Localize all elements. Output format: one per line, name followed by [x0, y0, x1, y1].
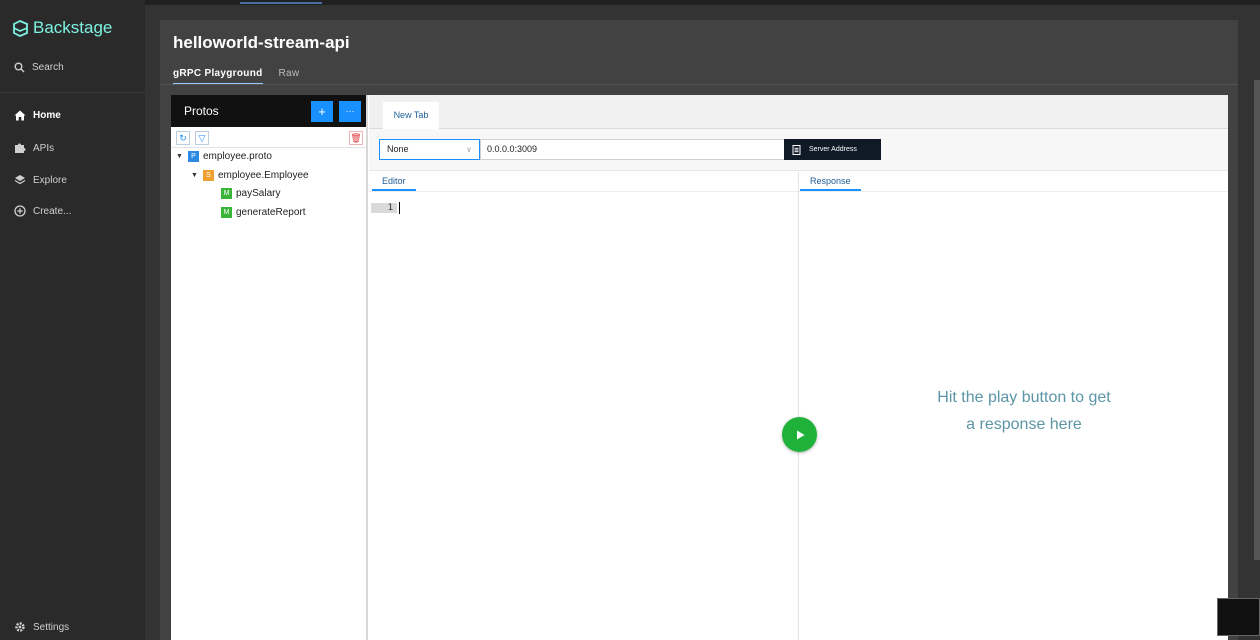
caret-down-icon[interactable]: ▼	[176, 153, 184, 160]
tab-raw[interactable]: Raw	[279, 68, 300, 85]
search-icon	[14, 62, 25, 73]
request-tab-bar: New Tab	[369, 95, 1228, 129]
address-bar: None ∨ 0.0.0.0:3009 Server Address	[369, 129, 1228, 171]
tree-node-service[interactable]: ▼ S employee.Employee	[191, 170, 309, 181]
page-scrollbar[interactable]	[1254, 80, 1260, 560]
tls-select[interactable]: None ∨	[379, 139, 480, 160]
method-badge: M	[221, 207, 232, 218]
text-cursor	[399, 202, 400, 214]
logo-text: Backstage	[33, 18, 113, 37]
sidebar-item-label: Create...	[33, 205, 72, 217]
sidebar: Backstage Search Home APIs Explore Creat…	[0, 0, 145, 640]
tab-response[interactable]: Response	[800, 176, 861, 191]
tree-label: generateReport	[236, 207, 306, 218]
layers-icon	[14, 175, 26, 185]
tree-label: paySalary	[236, 188, 281, 199]
method-badge: M	[221, 188, 232, 199]
add-proto-button[interactable]: +	[311, 101, 333, 122]
tree-label: employee.proto	[203, 151, 272, 162]
tabs-divider	[160, 84, 1238, 85]
sidebar-item-label: APIs	[33, 142, 55, 154]
top-tab-indicator	[240, 2, 322, 4]
sidebar-item-home[interactable]: Home	[14, 110, 61, 121]
sidebar-item-label: Home	[33, 110, 61, 121]
database-icon	[792, 144, 801, 155]
tab-grpc-playground[interactable]: gRPC Playground	[173, 68, 263, 85]
line-number: 1	[371, 203, 397, 213]
more-options-button[interactable]: ···	[339, 101, 361, 122]
puzzle-icon	[15, 143, 26, 153]
tree-node-proto[interactable]: ▼ P employee.proto	[176, 151, 272, 162]
gear-icon	[15, 622, 25, 632]
grpc-playground: Protos + ··· ↻ ▽ 🗑 ▼ P employee.proto ▼ …	[171, 95, 1228, 640]
sidebar-search[interactable]: Search	[14, 62, 64, 73]
sidebar-item-apis[interactable]: APIs	[14, 142, 54, 154]
caret-down-icon[interactable]: ▼	[191, 172, 199, 179]
protos-header: Protos + ···	[171, 95, 366, 127]
hint-line: Hit the play button to get	[937, 389, 1111, 406]
sidebar-item-explore[interactable]: Explore	[14, 174, 67, 186]
sidebar-item-settings[interactable]: Settings	[14, 621, 69, 633]
filter-icon[interactable]: ▽	[195, 131, 209, 145]
server-address-label: Server Address	[809, 146, 857, 153]
editor-response-panes: Editor Response 1 Hit the play button to…	[369, 172, 1228, 640]
tls-select-value: None	[387, 144, 409, 154]
backstage-logo[interactable]: Backstage	[12, 18, 112, 38]
server-address-button[interactable]: Server Address	[784, 139, 881, 160]
protos-panel: Protos + ··· ↻ ▽ 🗑 ▼ P employee.proto ▼ …	[171, 95, 368, 640]
response-hint: Hit the play button to get a response he…	[799, 384, 1249, 438]
top-tab-strip	[145, 0, 1260, 5]
service-badge: S	[203, 170, 214, 181]
trash-icon[interactable]: 🗑	[349, 131, 363, 145]
hint-line: a response here	[966, 416, 1082, 433]
workspace: New Tab None ∨ 0.0.0.0:3009 Server Addre…	[369, 95, 1228, 640]
sidebar-divider	[0, 92, 145, 93]
protos-title: Protos	[184, 104, 219, 118]
entity-tabs: gRPC Playground Raw	[173, 68, 299, 85]
tab-new-tab[interactable]: New Tab	[383, 102, 439, 129]
proto-badge: P	[188, 151, 199, 162]
server-address-input[interactable]: 0.0.0.0:3009	[480, 139, 785, 160]
reload-icon[interactable]: ↻	[176, 131, 190, 145]
play-button[interactable]	[782, 417, 817, 452]
sidebar-item-create[interactable]: Create...	[14, 205, 71, 217]
protos-toolbar: ↻ ▽ 🗑	[171, 127, 366, 148]
chevron-down-icon: ∨	[466, 145, 472, 154]
page-title: helloworld-stream-api	[173, 33, 350, 52]
tree-node-method[interactable]: M generateReport	[221, 207, 306, 218]
plus-circle-icon	[14, 205, 26, 217]
backstage-logo-icon	[13, 19, 28, 37]
sidebar-item-label: Explore	[33, 174, 67, 186]
tab-editor[interactable]: Editor	[372, 176, 416, 191]
tree-node-method[interactable]: M paySalary	[221, 188, 280, 199]
search-label: Search	[32, 62, 64, 73]
settings-label: Settings	[33, 621, 70, 633]
home-icon	[14, 110, 26, 121]
tree-label: employee.Employee	[218, 170, 309, 181]
play-icon	[796, 430, 804, 439]
preview-thumbnail	[1217, 598, 1260, 636]
